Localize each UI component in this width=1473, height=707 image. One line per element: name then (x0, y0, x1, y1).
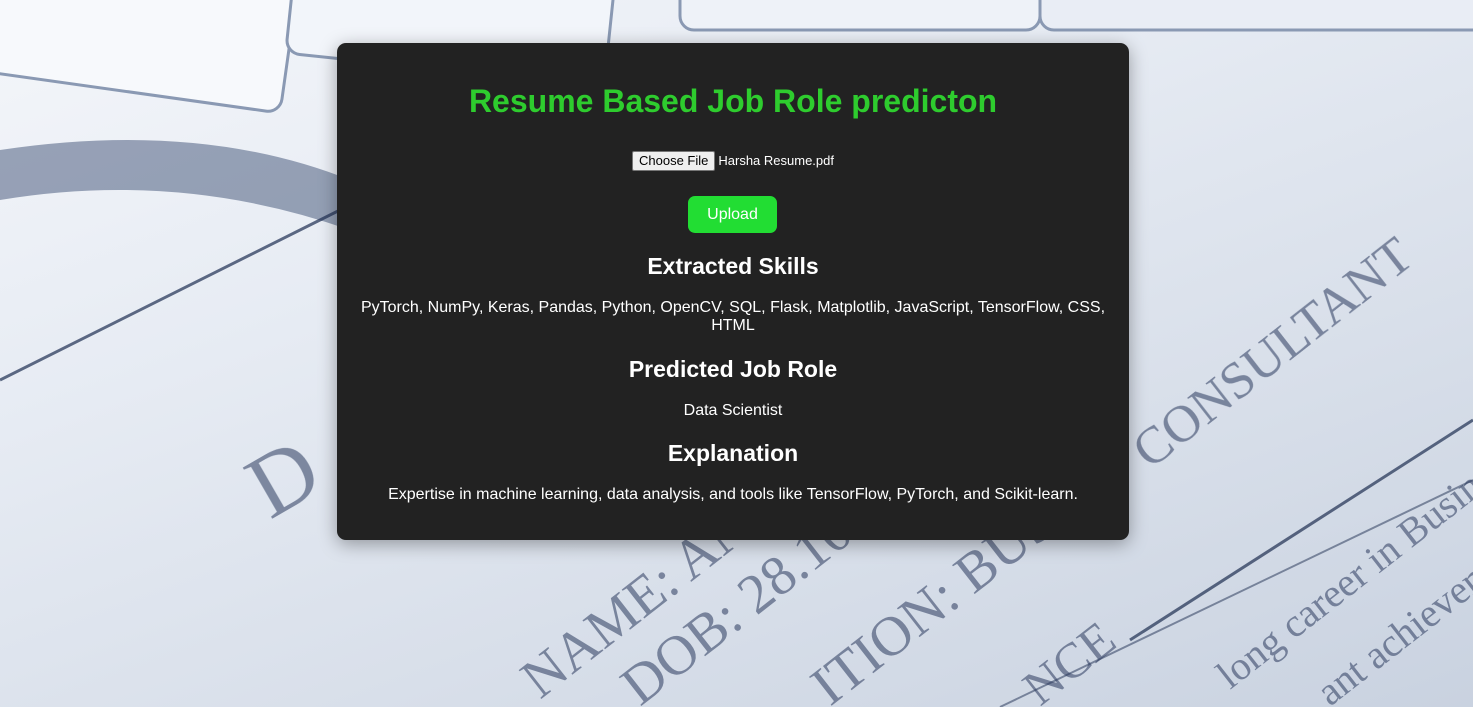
choose-file-button[interactable]: Choose File (632, 150, 716, 171)
role-heading: Predicted Job Role (628, 356, 838, 382)
file-input[interactable]: Choose File Harsha Resume.pdf (337, 150, 1129, 171)
role-text: Data Scientist (683, 402, 783, 419)
svg-text:CONSULTANT: CONSULTANT (1122, 227, 1423, 480)
selected-file-name: Harsha Resume.pdf (718, 152, 834, 168)
explanation-heading: Explanation (667, 440, 799, 466)
explanation-text: Expertise in machine learning, data anal… (388, 486, 1078, 503)
skills-text: PyTorch, NumPy, Keras, Pandas, Python, O… (360, 299, 1106, 334)
upload-button[interactable]: Upload (688, 196, 777, 233)
prediction-card: Resume Based Job Role predicton Choose F… (337, 43, 1129, 540)
skills-heading: Extracted Skills (647, 253, 819, 279)
svg-text:NCE: NCE (1012, 610, 1125, 707)
svg-text:D: D (231, 419, 337, 537)
page-title: Resume Based Job Role predicton (468, 83, 998, 119)
